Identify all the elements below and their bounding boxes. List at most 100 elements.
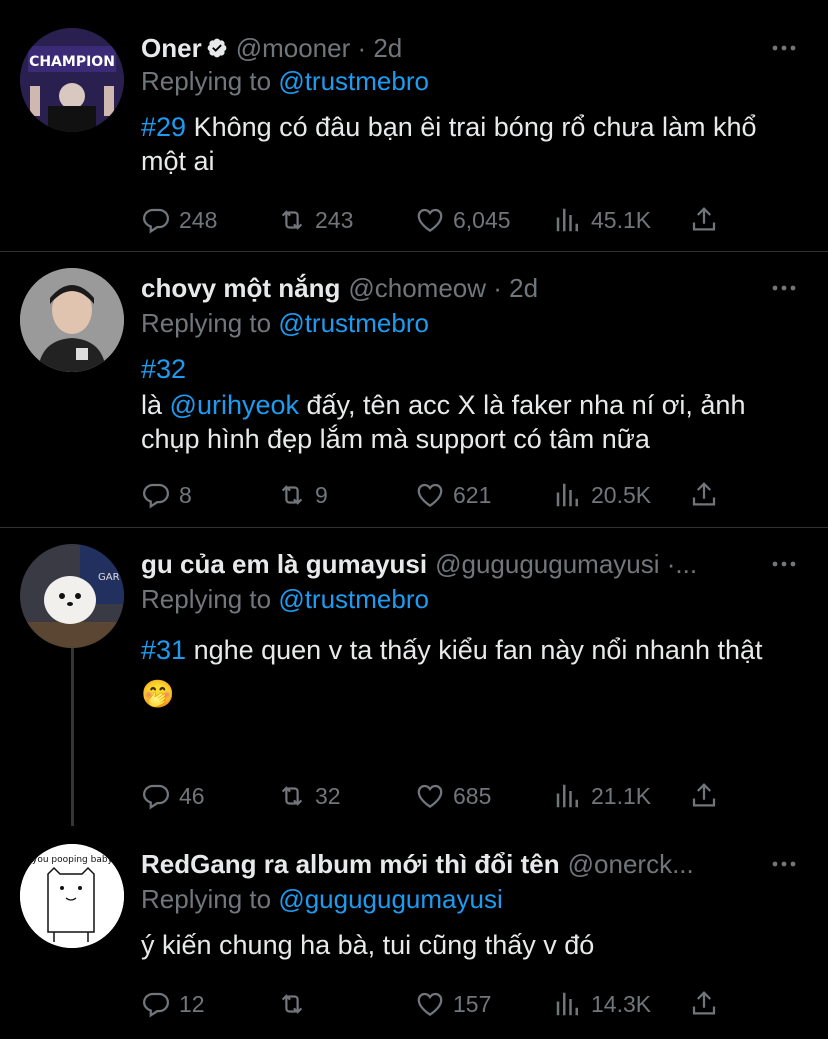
replying-to: Replying to @trustmebro — [141, 584, 429, 615]
reply-button[interactable]: 248 — [141, 200, 217, 240]
retweet-button[interactable]: 243 — [277, 200, 353, 240]
display-name[interactable]: Oner — [141, 33, 202, 64]
tweet-oner[interactable]: CHAMPION Oner @mooner · 2d Replying to @… — [0, 28, 828, 248]
retweet-button[interactable]: 32 — [277, 776, 341, 816]
replying-to-mention[interactable]: @gugugugumayusi — [278, 884, 502, 914]
like-count: 685 — [453, 782, 492, 809]
replying-to-label: Replying to — [141, 584, 272, 614]
retweet-count: 32 — [315, 782, 341, 809]
more-icon[interactable] — [770, 276, 798, 300]
retweet-button[interactable] — [277, 984, 315, 1024]
retweet-button[interactable]: 9 — [277, 475, 328, 515]
tweet-body: ý kiến chung ha bà, tui cũng thấy v đó — [141, 930, 595, 960]
tweet-text: #32 là @urihyeok đấy, tên acc X là faker… — [141, 352, 801, 456]
more-icon[interactable] — [770, 36, 798, 60]
like-count: 6,045 — [453, 206, 511, 233]
tweet-header: gu của em là gumayusi @gugugugumayusi ·.… — [141, 544, 697, 584]
more-icon[interactable] — [770, 552, 798, 576]
display-name[interactable]: chovy một nắng — [141, 273, 340, 304]
replying-to-label: Replying to — [141, 66, 272, 96]
retweet-icon — [281, 210, 303, 230]
views-count: 14.3K — [591, 990, 652, 1017]
like-button[interactable]: 157 — [415, 984, 491, 1024]
share-icon — [692, 482, 716, 506]
reply-count: 46 — [179, 782, 205, 809]
action-bar: 46 32 685 21.1K — [141, 776, 741, 816]
like-button[interactable]: 621 — [415, 475, 491, 515]
action-bar: 12 157 14.3K — [141, 984, 741, 1024]
replying-to-label: Replying to — [141, 884, 272, 914]
heart-icon — [417, 784, 443, 808]
reply-icon — [142, 483, 170, 509]
replying-to-mention[interactable]: @trustmebro — [278, 308, 429, 338]
like-count: 157 — [453, 990, 492, 1017]
hashtag-link[interactable]: #32 — [141, 352, 801, 386]
reply-count: 8 — [179, 481, 192, 508]
avatar-oner[interactable]: CHAMPION — [20, 28, 124, 132]
views-button[interactable]: 45.1K — [553, 200, 651, 240]
share-icon — [692, 783, 716, 807]
mention-link[interactable]: @urihyeok — [170, 390, 299, 420]
replying-to-mention[interactable]: @trustmebro — [278, 66, 429, 96]
hashtag-link[interactable]: #31 — [141, 635, 186, 665]
share-button[interactable] — [689, 475, 727, 515]
tweet-chovy[interactable]: chovy một nắng @chomeow · 2d Replying to… — [0, 268, 828, 518]
like-button[interactable]: 6,045 — [415, 200, 511, 240]
hashtag-link[interactable]: #29 — [141, 112, 186, 142]
views-icon — [556, 992, 578, 1016]
tweet-header: RedGang ra album mới thì đổi tên @onerck… — [141, 844, 694, 884]
views-count: 21.1K — [591, 782, 652, 809]
heart-icon — [417, 992, 443, 1016]
handle-and-time[interactable]: @onerck... — [568, 849, 694, 880]
reply-button[interactable]: 8 — [141, 475, 192, 515]
replying-to-mention[interactable]: @trustmebro — [278, 584, 429, 614]
reply-button[interactable]: 46 — [141, 776, 205, 816]
retweet-icon — [281, 994, 303, 1014]
tweet-body: nghe quen v ta thấy kiểu fan này nổi nha… — [141, 635, 763, 709]
more-icon[interactable] — [770, 852, 798, 876]
share-icon — [692, 991, 716, 1015]
divider — [0, 251, 828, 252]
views-button[interactable]: 21.1K — [553, 776, 651, 816]
tweet-redgang[interactable]: you pooping baby RedGang ra album mới th… — [0, 844, 828, 1034]
reply-count: 248 — [179, 206, 218, 233]
tweet-gumayusi-fan[interactable]: GAR gu của em là gumayusi @gugugugumayus… — [0, 544, 828, 834]
share-icon — [692, 207, 716, 231]
views-button[interactable]: 20.5K — [553, 475, 651, 515]
tweet-text: #29 Không có đâu bạn êi trai bóng rổ chư… — [141, 110, 801, 178]
views-button[interactable]: 14.3K — [553, 984, 651, 1024]
reply-button[interactable]: 12 — [141, 984, 205, 1024]
views-icon — [556, 208, 578, 232]
tweet-text: #31 nghe quen v ta thấy kiểu fan này nổi… — [141, 628, 781, 716]
reply-count: 12 — [179, 990, 205, 1017]
share-button[interactable] — [689, 984, 727, 1024]
tweet-header: Oner @mooner · 2d — [141, 28, 402, 68]
like-button[interactable]: 685 — [415, 776, 491, 816]
handle-and-time[interactable]: @gugugugumayusi ·... — [435, 549, 697, 580]
avatar-redgang[interactable]: you pooping baby — [20, 844, 124, 948]
handle-and-time[interactable]: @chomeow · 2d — [348, 273, 538, 304]
handle-and-time[interactable]: @mooner · 2d — [236, 33, 403, 64]
tweet-header: chovy một nắng @chomeow · 2d — [141, 268, 538, 308]
share-button[interactable] — [689, 776, 727, 816]
tweet-text: ý kiến chung ha bà, tui cũng thấy v đó — [141, 928, 801, 962]
retweet-icon — [281, 485, 303, 505]
share-button[interactable] — [689, 200, 727, 240]
views-icon — [556, 483, 578, 507]
avatar-oner-text: CHAMPION — [29, 54, 115, 70]
replying-to: Replying to @trustmebro — [141, 66, 429, 97]
display-name[interactable]: RedGang ra album mới thì đổi tên — [141, 849, 560, 880]
views-count: 45.1K — [591, 206, 652, 233]
divider — [0, 527, 828, 528]
replying-to: Replying to @gugugugumayusi — [141, 884, 503, 915]
replying-to: Replying to @trustmebro — [141, 308, 429, 339]
svg-text:GAR: GAR — [98, 572, 120, 583]
action-bar: 8 9 621 20.5K — [141, 475, 741, 515]
tweet-body-pre: là — [141, 390, 170, 420]
retweet-icon — [281, 786, 303, 806]
display-name[interactable]: gu của em là gumayusi — [141, 549, 427, 580]
avatar-chovy[interactable] — [20, 268, 124, 372]
avatar-gu-cua-em[interactable]: GAR — [20, 544, 124, 648]
reply-icon — [142, 992, 170, 1018]
like-count: 621 — [453, 481, 492, 508]
